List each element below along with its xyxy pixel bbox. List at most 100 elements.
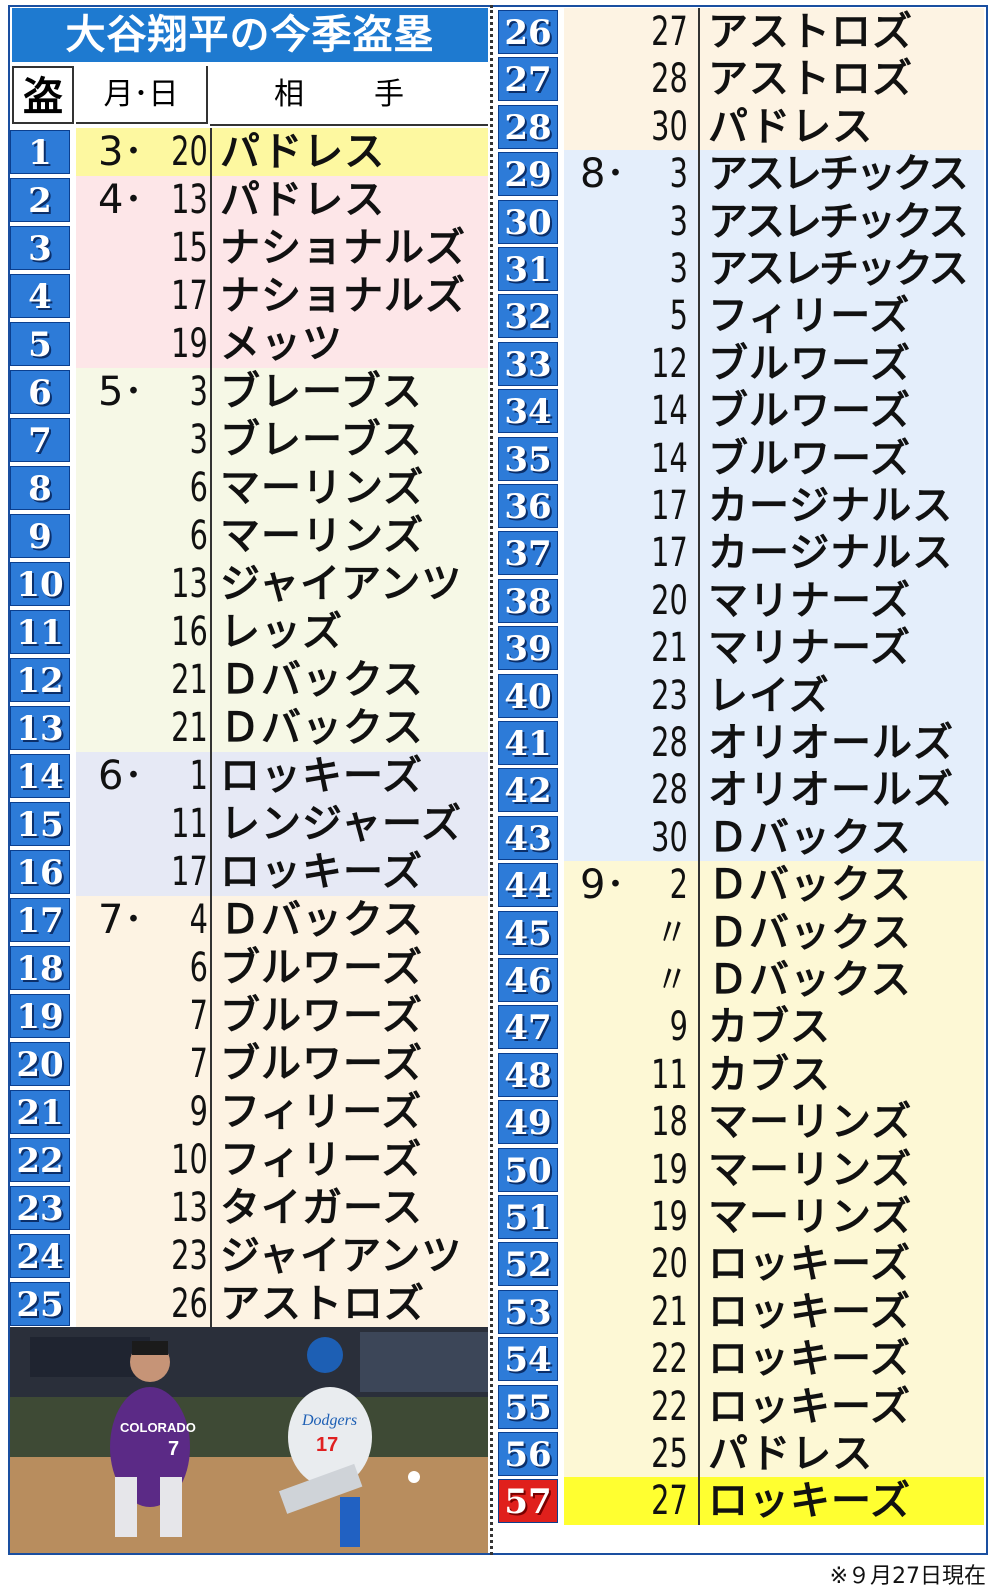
day-label: 3 [669, 198, 688, 245]
column-separator [698, 102, 700, 151]
table-row: 39 21 マリナーズ [498, 624, 984, 673]
day-label: 3 [189, 417, 208, 463]
day-label: 21 [171, 657, 208, 703]
photo-illustration: COLORADO 7 Dodgers 17 [10, 1327, 488, 1553]
day-label: 19 [171, 321, 208, 367]
column-separator [698, 719, 700, 767]
column-divider [490, 5, 493, 1555]
opponent-name: アストロズ [220, 1280, 425, 1327]
opponent-name: オリオールズ [708, 766, 954, 814]
column-separator [210, 992, 212, 1040]
table-row: 56 25 パドレス [498, 1430, 984, 1478]
steal-number: 31 [498, 247, 558, 291]
table-row: 7 3 ブレーブス [10, 416, 488, 464]
photo: COLORADO 7 Dodgers 17 [10, 1327, 488, 1553]
steal-number: 20 [10, 1042, 70, 1086]
table-row: 11 16 レッズ [10, 608, 488, 656]
table-row: 12 21 Ｄバックス [10, 656, 488, 704]
opponent-name: Ｄバックス [708, 956, 912, 1003]
opponent-name: Ｄバックス [220, 704, 424, 751]
day-label: 7 [189, 993, 208, 1039]
opponent-name: マリナーズ [708, 624, 911, 672]
table-row: 42 28 オリオールズ [498, 766, 984, 815]
column-separator [698, 861, 700, 910]
table-row: 14 6･ 1 ロッキーズ [10, 752, 488, 800]
steal-number: 29 [498, 152, 558, 197]
opponent-name: ブルワーズ [220, 1040, 423, 1087]
jersey-right-number: 17 [316, 1434, 338, 1456]
table-row: 33 12 ブルワーズ [498, 339, 984, 388]
column-separator [698, 1003, 700, 1052]
column-separator [698, 1193, 700, 1241]
day-label: 28 [651, 56, 688, 103]
column-separator [210, 1040, 212, 1088]
opponent-name: アストロズ [708, 8, 913, 55]
column-separator [210, 1136, 212, 1184]
opponent-name: Ｄバックス [220, 656, 424, 703]
steal-number: 2 [10, 178, 70, 222]
opponent-name: パドレス [708, 1430, 874, 1477]
table-row: 3 15 ナショナルズ [10, 224, 488, 272]
table-row: 40 23 レイズ [498, 671, 984, 720]
opponent-name: フィリーズ [708, 292, 911, 340]
column-separator [210, 368, 212, 416]
day-label: 10 [171, 1137, 208, 1183]
table-row: 29 8･ 3 アスレチックス [498, 150, 984, 199]
column-separator [210, 944, 212, 992]
table-row: 15 11 レンジャーズ [10, 800, 488, 848]
steal-number: 57 [498, 1479, 558, 1524]
table-row: 50 19 マーリンズ [498, 1145, 984, 1194]
steal-number: 26 [498, 10, 558, 54]
day-label: 20 [651, 577, 688, 624]
opponent-name: ロッキーズ [220, 848, 423, 895]
day-label: 2 [669, 862, 688, 909]
opponent-name: ブルワーズ [708, 387, 911, 435]
steal-number: 21 [10, 1090, 70, 1134]
steal-number: 37 [498, 531, 558, 576]
opponent-name: ロッキーズ [708, 1382, 911, 1430]
table-row: 51 19 マーリンズ [498, 1193, 984, 1241]
steal-number: 49 [498, 1100, 558, 1145]
column-separator [210, 512, 212, 560]
column-separator [210, 176, 212, 224]
day-label: 3 [189, 369, 208, 415]
column-separator [210, 800, 212, 848]
steal-number: 10 [10, 562, 70, 606]
table-row: 48 11 カブス [498, 1050, 984, 1099]
table-row: 34 14 ブルワーズ [498, 387, 984, 436]
steal-number: 44 [498, 863, 558, 908]
steal-number: 27 [498, 57, 558, 102]
day-label: 17 [651, 530, 688, 577]
steal-number: 1 [10, 130, 70, 174]
day-label: 3 [669, 151, 688, 198]
table-row: 38 20 マリナーズ [498, 576, 984, 625]
table-row: 43 30 Ｄバックス [498, 813, 984, 862]
column-separator [698, 956, 700, 1004]
opponent-name: アスレチックス [708, 197, 969, 245]
column-separator [210, 560, 212, 608]
opponent-name: パドレス [220, 128, 386, 175]
column-separator [210, 1232, 212, 1280]
column-separator [698, 434, 700, 483]
column-separator [210, 752, 212, 800]
day-label: 28 [651, 720, 688, 766]
steal-number: 32 [498, 294, 558, 339]
opponent-name: レイズ [708, 671, 830, 719]
table-row: 46 〃 Ｄバックス [498, 956, 984, 1004]
opponent-name: パドレス [708, 102, 874, 150]
steal-number: 25 [10, 1282, 70, 1326]
steal-number: 52 [498, 1242, 558, 1287]
month-label: 9･ [580, 862, 626, 909]
opponent-name: ナショナルズ [220, 224, 466, 271]
day-label: 17 [171, 849, 208, 895]
day-label: 21 [651, 625, 688, 672]
column-separator [698, 387, 700, 436]
opponent-name: フィリーズ [220, 1136, 423, 1183]
steal-number: 18 [10, 946, 70, 990]
column-separator [210, 704, 212, 752]
column-separator [698, 339, 700, 388]
day-label: 4 [189, 897, 208, 943]
opponent-name: Ｄバックス [708, 813, 912, 861]
opponent-name: ロッキーズ [708, 1335, 911, 1383]
footnote: ※９月27日現在 [829, 1564, 986, 1589]
